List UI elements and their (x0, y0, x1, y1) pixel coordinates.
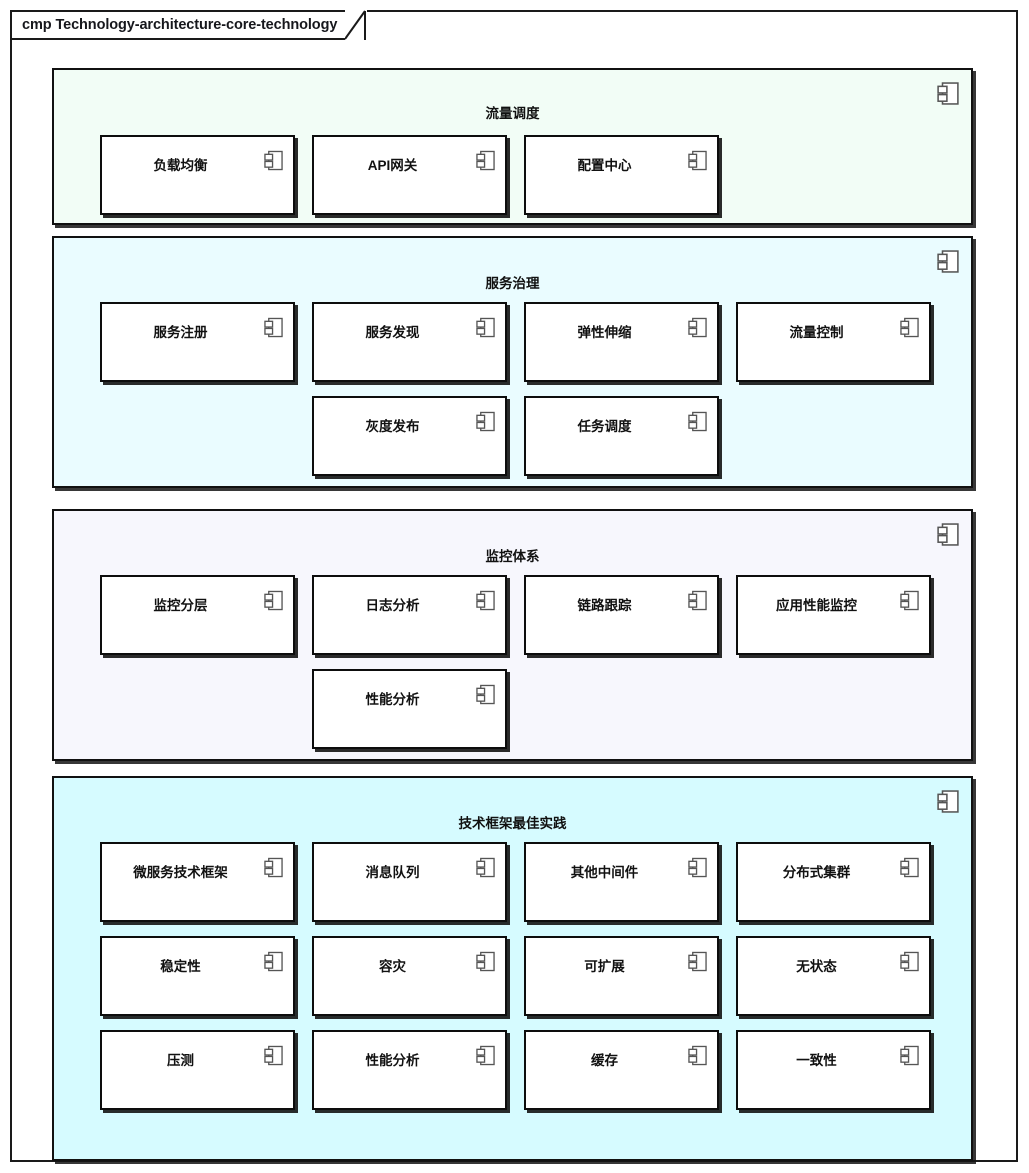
component-icon (900, 950, 919, 973)
component-label: 其他中间件 (570, 865, 639, 880)
component-icon (264, 316, 283, 339)
diagram-title-tab-body: cmp Technology-architecture-core-technol… (10, 10, 346, 40)
component-icon (900, 1044, 919, 1067)
section-traffic-scheduling[interactable]: 流量调度负载均衡 API网关 配置中心 (52, 68, 973, 225)
diagram-title-tab: cmp Technology-architecture-core-technol… (10, 10, 368, 40)
section-monitoring-system[interactable]: 监控体系监控分层 日志分析 链路跟踪 应用性能监控性能分析 (52, 509, 973, 761)
component-box[interactable]: 流量控制 (736, 302, 931, 382)
component-label: 稳定性 (160, 959, 201, 974)
component-label: 缓存 (591, 1053, 618, 1068)
component-icon (476, 316, 495, 339)
component-icon (688, 589, 707, 612)
section-title-service-governance: 服务治理 (485, 276, 540, 291)
package-component-icon (937, 788, 959, 815)
component-label: 服务注册 (153, 325, 208, 340)
component-box[interactable]: 任务调度 (524, 396, 719, 476)
diagram-title-tab-corner-icon (345, 10, 367, 40)
component-box[interactable]: 监控分层 (100, 575, 295, 655)
section-title-monitoring-system: 监控体系 (485, 549, 540, 564)
component-box[interactable]: API网关 (312, 135, 507, 215)
component-icon (264, 950, 283, 973)
component-label: 任务调度 (577, 419, 632, 434)
component-box[interactable]: 缓存 (524, 1030, 719, 1110)
component-label: 灰度发布 (365, 419, 420, 434)
component-label: 服务发现 (365, 325, 420, 340)
component-icon (688, 950, 707, 973)
component-box[interactable]: 可扩展 (524, 936, 719, 1016)
component-box[interactable]: 负载均衡 (100, 135, 295, 215)
component-label: 日志分析 (365, 598, 420, 613)
component-icon (476, 683, 495, 706)
package-component-icon (937, 80, 959, 107)
component-icon (264, 856, 283, 879)
component-box[interactable]: 压测 (100, 1030, 295, 1110)
component-label: 微服务技术框架 (133, 865, 228, 880)
component-label: 压测 (167, 1053, 194, 1068)
component-box[interactable]: 容灾 (312, 936, 507, 1016)
component-label: 无状态 (796, 959, 837, 974)
component-icon (900, 589, 919, 612)
section-tech-framework-best-practice[interactable]: 技术框架最佳实践微服务技术框架 消息队列 其他中间件 分布式集群稳定性 容灾 可扩展 无状态… (52, 776, 973, 1161)
component-label: 性能分析 (365, 1053, 420, 1068)
component-icon (476, 149, 495, 172)
component-label: API网关 (367, 158, 418, 173)
component-label: 应用性能监控 (776, 598, 857, 613)
component-label: 链路跟踪 (577, 598, 632, 613)
component-box[interactable]: 配置中心 (524, 135, 719, 215)
component-icon (264, 1044, 283, 1067)
component-box[interactable]: 稳定性 (100, 936, 295, 1016)
component-icon (476, 589, 495, 612)
package-component-icon (937, 521, 959, 548)
component-box[interactable]: 服务注册 (100, 302, 295, 382)
component-label: 消息队列 (365, 865, 420, 880)
component-box[interactable]: 无状态 (736, 936, 931, 1016)
component-label: 分布式集群 (782, 865, 851, 880)
component-box[interactable]: 分布式集群 (736, 842, 931, 922)
section-service-governance[interactable]: 服务治理服务注册 服务发现 弹性伸缩 流量控制灰度发布 任务调度 (52, 236, 973, 488)
component-label: 负载均衡 (153, 158, 208, 173)
component-box[interactable]: 性能分析 (312, 1030, 507, 1110)
diagram-title-label: cmp Technology-architecture-core-technol… (22, 17, 338, 33)
section-title-tech-framework-best-practice: 技术框架最佳实践 (458, 816, 567, 831)
component-label: 弹性伸缩 (577, 325, 632, 340)
component-label: 一致性 (796, 1053, 837, 1068)
component-icon (264, 589, 283, 612)
component-label: 监控分层 (153, 598, 208, 613)
component-label: 流量控制 (789, 325, 844, 340)
component-box[interactable]: 链路跟踪 (524, 575, 719, 655)
component-icon (688, 1044, 707, 1067)
component-icon (476, 410, 495, 433)
package-component-icon (937, 248, 959, 275)
component-label: 性能分析 (365, 692, 420, 707)
component-icon (476, 950, 495, 973)
component-box[interactable]: 消息队列 (312, 842, 507, 922)
component-icon (264, 149, 283, 172)
component-box[interactable]: 其他中间件 (524, 842, 719, 922)
component-icon (476, 1044, 495, 1067)
component-label: 可扩展 (584, 959, 625, 974)
component-box[interactable]: 服务发现 (312, 302, 507, 382)
component-icon (688, 856, 707, 879)
component-icon (688, 316, 707, 339)
component-box[interactable]: 日志分析 (312, 575, 507, 655)
component-label: 配置中心 (577, 158, 632, 173)
component-icon (900, 316, 919, 339)
component-box[interactable]: 一致性 (736, 1030, 931, 1110)
component-icon (688, 149, 707, 172)
section-title-traffic-scheduling: 流量调度 (485, 106, 540, 121)
component-icon (688, 410, 707, 433)
component-icon (476, 856, 495, 879)
component-box[interactable]: 灰度发布 (312, 396, 507, 476)
component-label: 容灾 (379, 959, 406, 974)
component-icon (900, 856, 919, 879)
component-box[interactable]: 性能分析 (312, 669, 507, 749)
component-box[interactable]: 弹性伸缩 (524, 302, 719, 382)
component-box[interactable]: 应用性能监控 (736, 575, 931, 655)
component-box[interactable]: 微服务技术框架 (100, 842, 295, 922)
